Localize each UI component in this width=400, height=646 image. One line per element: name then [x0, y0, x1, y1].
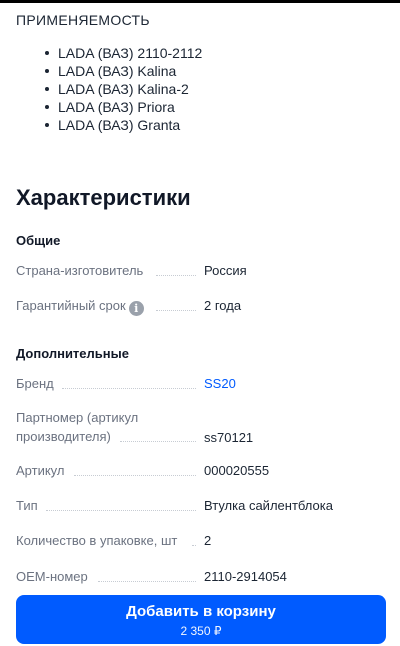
spec-value: 2 — [204, 533, 212, 548]
group-title-general: Общие — [16, 233, 61, 248]
spec-row-partnumber: Партномер (артикул производителя) ss7012… — [16, 408, 386, 448]
list-item: LADA (ВАЗ) Kalina — [0, 62, 202, 80]
group-title-additional: Дополнительные — [16, 346, 129, 361]
spec-value: 000020555 — [204, 463, 270, 478]
spec-label: Бренд — [16, 376, 54, 391]
brand-link[interactable]: SS20 — [204, 374, 236, 393]
spec-row-type: Тип Втулка сайлентблока — [16, 496, 386, 516]
dotted-leader — [74, 475, 196, 476]
spec-value: 2110-2914054 — [204, 569, 287, 584]
status-bar-edge — [0, 0, 400, 3]
price-label: 2 350 ₽ — [180, 624, 222, 638]
spec-row-warranty: Гарантийный срок i 2 года — [16, 296, 386, 316]
add-to-cart-label: Добавить в корзину — [126, 603, 276, 620]
list-item: LADA (ВАЗ) Priora — [0, 98, 202, 116]
spec-label: Гарантийный срок — [16, 298, 126, 313]
add-to-cart-button[interactable]: Добавить в корзину 2 350 ₽ — [16, 595, 386, 644]
compatibility-list: LADA (ВАЗ) 2110-2112 LADA (ВАЗ) Kalina L… — [0, 44, 202, 134]
dotted-leader — [62, 388, 196, 389]
spec-value: ss70121 — [204, 430, 254, 445]
spec-row-quantity: Количество в упаковке, шт 2 — [16, 531, 386, 551]
list-item: LADA (ВАЗ) Granta — [0, 116, 202, 134]
specs-title: Характеристики — [16, 185, 191, 210]
compatibility-heading: ПРИМЕНЯЕМОСТЬ — [16, 12, 150, 28]
dotted-leader — [120, 441, 196, 442]
dotted-leader — [156, 275, 196, 276]
spec-label: Количество в упаковке, шт — [16, 533, 178, 548]
spec-value: Втулка сайлентблока — [204, 498, 333, 513]
dotted-leader — [46, 510, 196, 511]
list-item: LADA (ВАЗ) 2110-2112 — [0, 44, 202, 62]
spec-value: Россия — [204, 263, 247, 278]
spec-label: Тип — [16, 498, 38, 513]
spec-label: Артикул — [16, 463, 65, 478]
info-icon[interactable]: i — [128, 301, 144, 316]
dotted-leader — [98, 581, 196, 582]
spec-row-brand: Бренд SS20 — [16, 374, 386, 394]
dotted-leader — [156, 310, 196, 311]
dotted-leader — [192, 545, 196, 546]
list-item: LADA (ВАЗ) Kalina-2 — [0, 80, 202, 98]
spec-row-article: Артикул 000020555 — [16, 461, 386, 481]
spec-row-oem: OEM-номер 2110-2914054 — [16, 567, 386, 587]
spec-label: Страна-изготовитель — [16, 263, 144, 278]
spec-value: 2 года — [204, 298, 242, 313]
spec-label: OEM-номер — [16, 569, 88, 584]
spec-row-country: Страна-изготовитель Россия — [16, 261, 386, 281]
